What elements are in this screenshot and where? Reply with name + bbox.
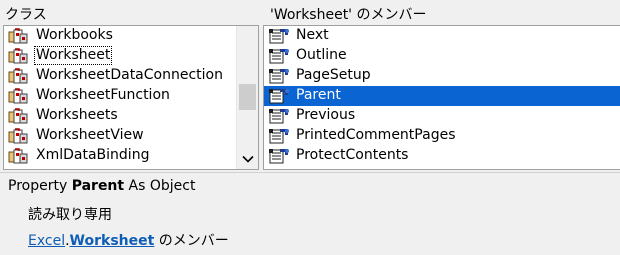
classes-list[interactable]: Workbooks Worksheet WorksheetDataConnectio…	[3, 25, 259, 170]
class-item-worksheet[interactable]: Worksheet	[4, 46, 236, 66]
member-item-next[interactable]: Next	[264, 26, 620, 46]
property-icon	[268, 88, 290, 104]
class-link[interactable]: Worksheet	[70, 233, 155, 249]
class-item-label: Worksheets	[36, 107, 118, 123]
member-item-previous[interactable]: Previous	[264, 106, 620, 126]
member-declaration: Property Parent As Object	[8, 178, 195, 194]
member-item-label: Previous	[296, 107, 356, 123]
members-pane-label: 'Worksheet' のメンバー	[270, 7, 427, 23]
class-module-icon	[8, 68, 30, 84]
readonly-note: 読み取り専用	[28, 207, 112, 223]
member-type: As Object	[128, 178, 196, 194]
class-item-label: WorksheetFunction	[36, 87, 170, 103]
member-item-label: ProtectContents	[296, 147, 409, 163]
members-list[interactable]: Next Outline PageSetup Parent Previous Printe…	[263, 25, 620, 170]
class-module-icon	[8, 88, 30, 104]
class-module-icon	[8, 28, 30, 44]
member-item-protectcontents[interactable]: ProtectContents	[264, 146, 620, 166]
class-item-worksheetview[interactable]: WorksheetView	[4, 126, 236, 146]
property-icon	[268, 48, 290, 64]
library-link[interactable]: Excel	[28, 233, 65, 249]
property-icon	[268, 28, 290, 44]
class-item-worksheetfunction[interactable]: WorksheetFunction	[4, 86, 236, 106]
member-item-label: PrintedCommentPages	[296, 127, 456, 143]
property-icon	[268, 108, 290, 124]
class-module-icon	[8, 148, 30, 164]
class-module-icon	[8, 128, 30, 144]
classes-pane-label: クラス	[5, 7, 47, 23]
class-module-icon	[8, 48, 30, 64]
scroll-down-button[interactable]	[237, 149, 258, 169]
class-item-label: XmlDataBinding	[36, 147, 150, 163]
class-module-icon	[8, 108, 30, 124]
member-name: Parent	[71, 178, 125, 194]
class-item-label: Workbooks	[36, 27, 113, 43]
member-of-suffix: のメンバー	[154, 233, 229, 249]
class-item-label: WorksheetDataConnection	[36, 67, 223, 83]
chevron-down-icon	[241, 155, 254, 163]
member-of-line: Excel.Worksheet のメンバー	[28, 230, 229, 250]
member-item-printedcommentpages[interactable]: PrintedCommentPages	[264, 126, 620, 146]
class-item-label: Worksheet	[34, 46, 113, 65]
member-item-pagesetup[interactable]: PageSetup	[264, 66, 620, 86]
classes-scrollbar[interactable]	[236, 26, 258, 169]
details-pane: Property Parent As Object 読み取り専用 Excel.W…	[0, 172, 620, 255]
member-item-label: Next	[296, 27, 329, 43]
class-item-xmldatabinding[interactable]: XmlDataBinding	[4, 146, 236, 166]
member-item-label: Outline	[296, 47, 347, 63]
member-item-label: PageSetup	[296, 67, 371, 83]
property-icon	[268, 68, 290, 84]
class-item-worksheetdataconnection[interactable]: WorksheetDataConnection	[4, 66, 236, 86]
member-item-parent[interactable]: Parent	[264, 86, 620, 106]
member-item-label: Parent	[296, 87, 341, 103]
scrollbar-thumb[interactable]	[239, 84, 256, 110]
class-item-workbooks[interactable]: Workbooks	[4, 26, 236, 46]
property-icon	[268, 128, 290, 144]
class-item-label: WorksheetView	[36, 127, 144, 143]
member-item-outline[interactable]: Outline	[264, 46, 620, 66]
class-item-worksheets[interactable]: Worksheets	[4, 106, 236, 126]
member-kind: Property	[8, 178, 68, 194]
property-icon	[268, 148, 290, 164]
